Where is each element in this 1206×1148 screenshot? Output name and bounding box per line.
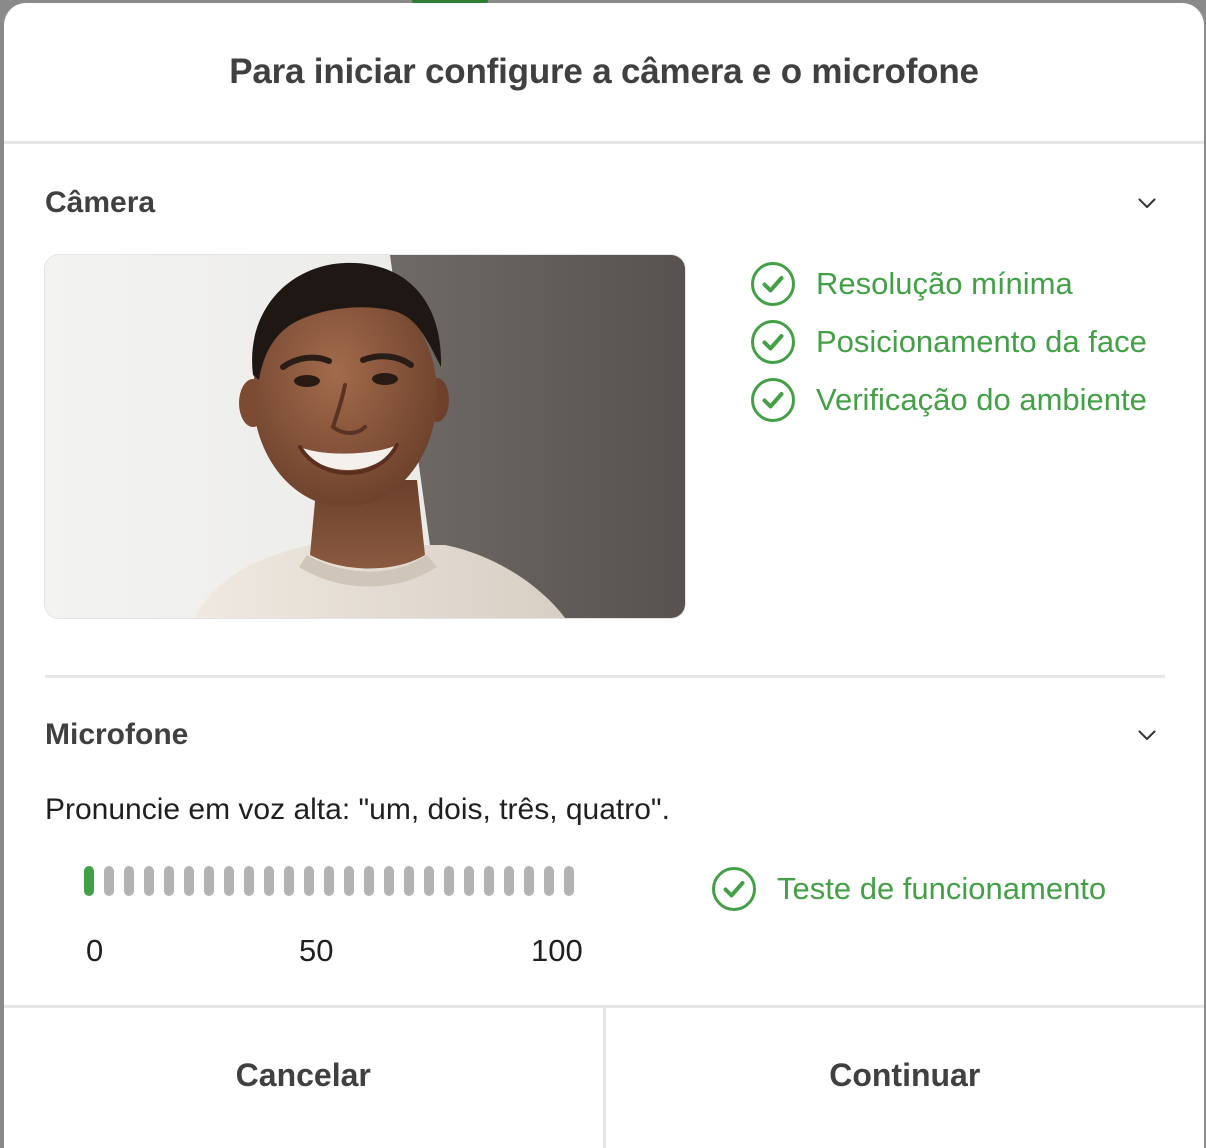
meter-scale-max: 100 [531, 933, 583, 968]
check-circle-icon [751, 320, 795, 364]
camera-preview [45, 255, 685, 618]
meter-segment [224, 866, 234, 896]
meter-segment [504, 866, 514, 896]
meter-segment [424, 866, 434, 896]
audio-level-meter [84, 866, 574, 896]
meter-scale-min: 0 [86, 933, 104, 968]
section-divider [45, 675, 1165, 678]
check-label-mic-test: Teste de funcionamento [777, 871, 1107, 906]
chevron-down-icon[interactable] [1129, 717, 1165, 753]
check-item-resolution: Resolução mínima [750, 255, 1147, 313]
camera-section-title: Câmera [45, 186, 156, 219]
meter-segment [184, 866, 194, 896]
meter-segment [404, 866, 414, 896]
continue-button[interactable]: Continuar [602, 1008, 1204, 1148]
check-label-face-position: Posicionamento da face [816, 324, 1147, 359]
meter-segment [264, 866, 274, 896]
meter-segment [344, 866, 354, 896]
microphone-section-title: Microfone [45, 718, 189, 751]
check-label-resolution: Resolução mínima [816, 266, 1073, 301]
chevron-down-icon[interactable] [1129, 185, 1165, 221]
meter-segment [284, 866, 294, 896]
meter-segment [364, 866, 374, 896]
dialog-title: Para iniciar configure a câmera e o micr… [229, 52, 979, 91]
microphone-section-header[interactable]: Microfone [45, 715, 1165, 755]
person-portrait-image [45, 255, 685, 618]
microphone-instruction: Pronuncie em voz alta: "um, dois, três, … [45, 793, 670, 826]
meter-scale-mid: 50 [299, 933, 334, 968]
meter-segment [524, 866, 534, 896]
meter-segment [564, 866, 574, 896]
dialog-header: Para iniciar configure a câmera e o micr… [4, 3, 1204, 144]
meter-segment [384, 866, 394, 896]
check-circle-icon [751, 378, 795, 422]
camera-section-header[interactable]: Câmera [45, 183, 1165, 223]
meter-segment [124, 866, 134, 896]
meter-segment [244, 866, 254, 896]
meter-segment [164, 866, 174, 896]
meter-segment [304, 866, 314, 896]
meter-segment [444, 866, 454, 896]
meter-segment [544, 866, 554, 896]
check-circle-icon [712, 867, 756, 911]
meter-segment [84, 866, 94, 896]
cancel-button[interactable]: Cancelar [4, 1008, 603, 1148]
meter-segment [464, 866, 474, 896]
meter-segment [144, 866, 154, 896]
dialog-footer: Cancelar Continuar [4, 1005, 1204, 1148]
meter-segment [104, 866, 114, 896]
check-item-face-position: Posicionamento da face [750, 313, 1147, 371]
camera-checks-list: Resolução mínima Posicionamento da face … [750, 255, 1147, 429]
check-item-mic-test: Teste de funcionamento [711, 860, 1106, 918]
check-item-environment: Verificação do ambiente [750, 371, 1147, 429]
meter-segment [484, 866, 494, 896]
check-label-environment: Verificação do ambiente [816, 382, 1147, 417]
setup-dialog: Para iniciar configure a câmera e o micr… [4, 3, 1204, 1148]
meter-segment [204, 866, 214, 896]
meter-segment [324, 866, 334, 896]
check-circle-icon [751, 262, 795, 306]
